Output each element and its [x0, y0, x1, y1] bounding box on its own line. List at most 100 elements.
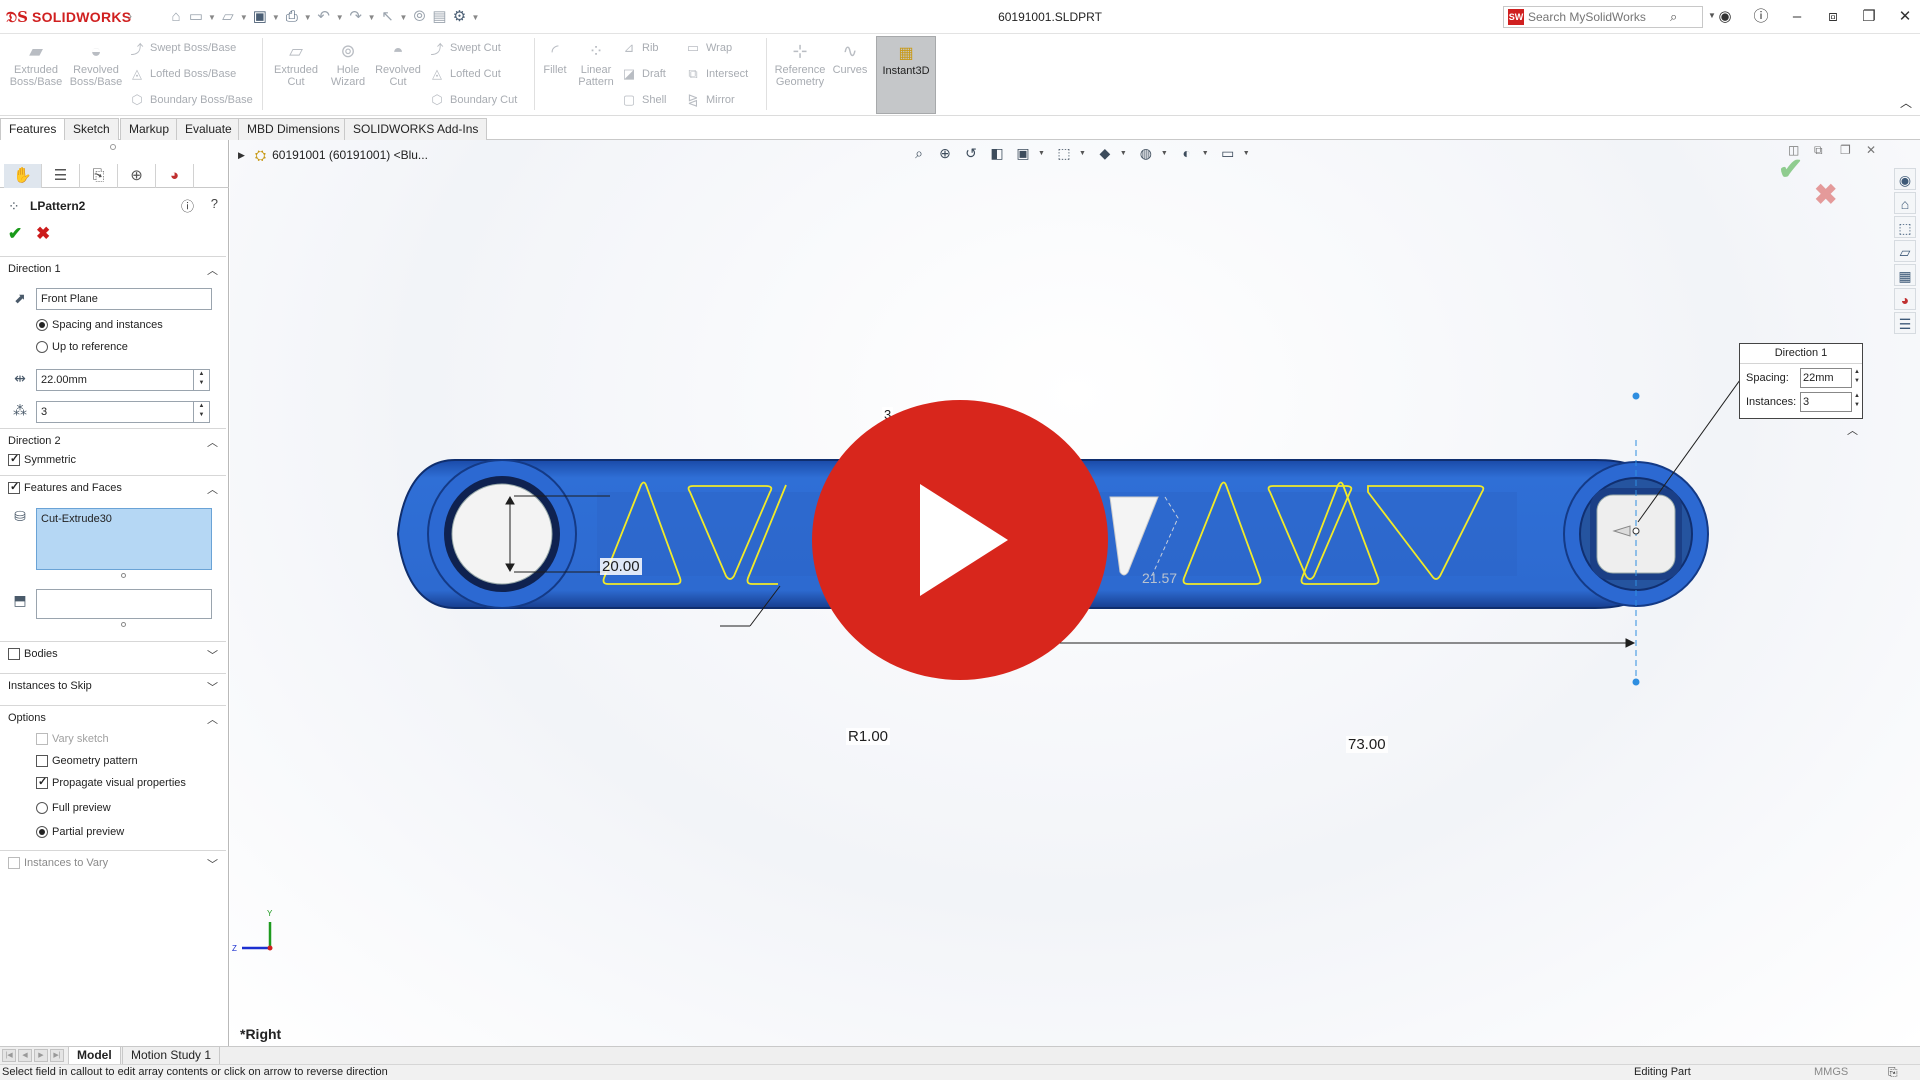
bodies-header[interactable]: Bodies ﹀: [0, 641, 226, 665]
spacing-instances-option[interactable]: Spacing and instances: [36, 316, 163, 334]
minimize-icon[interactable]: –: [1786, 6, 1808, 28]
expand-chevron-icon[interactable]: ﹀: [207, 856, 218, 872]
up-to-reference-option[interactable]: Up to reference: [36, 338, 128, 356]
instant3d-button[interactable]: ▦ Instant3D: [876, 36, 936, 114]
property-manager-tab-icon[interactable]: ☰: [42, 164, 80, 188]
options-dropdown-icon[interactable]: ▼: [471, 13, 479, 22]
partial-preview-option[interactable]: Partial preview: [36, 823, 124, 841]
dim-distance[interactable]: 73.00: [1346, 736, 1388, 753]
configuration-manager-tab-icon[interactable]: ⎘: [80, 164, 118, 188]
rib-button[interactable]: ⊿ Rib: [620, 38, 659, 58]
wrap-button[interactable]: ▭ Wrap: [684, 38, 732, 58]
display-manager-tab-icon[interactable]: ◕: [156, 164, 194, 188]
symmetric-option[interactable]: Symmetric: [8, 451, 76, 469]
draft-button[interactable]: ◪ Draft: [620, 64, 666, 84]
redo-dropdown-icon[interactable]: ▼: [368, 13, 376, 22]
open-icon[interactable]: ▱: [218, 8, 238, 26]
user-account-icon[interactable]: ◉: [1714, 6, 1736, 28]
quick-tips-icon[interactable]: ⎘: [1888, 1065, 1898, 1080]
print-icon[interactable]: ⎙: [282, 8, 302, 26]
instances-input[interactable]: 3 ▲ ▼: [36, 401, 210, 423]
callout-collapse-icon[interactable]: ︿: [1847, 422, 1858, 438]
reverse-direction-icon[interactable]: ⬈: [10, 290, 30, 310]
select-dropdown-icon[interactable]: ▼: [400, 13, 408, 22]
search-input[interactable]: [1528, 10, 1668, 24]
save-dropdown-icon[interactable]: ▼: [272, 13, 280, 22]
collapse-chevron-icon[interactable]: ︿: [207, 262, 218, 278]
radio-unselected[interactable]: [36, 802, 48, 814]
axis-handle-bottom[interactable]: [1632, 678, 1640, 686]
hole-wizard-button[interactable]: ⊚ Hole Wizard: [320, 40, 376, 88]
undo-icon[interactable]: ↶: [314, 8, 334, 26]
tab-mbd-dimensions[interactable]: MBD Dimensions: [238, 118, 349, 140]
curves-button[interactable]: ∿ Curves: [824, 40, 876, 76]
radio-selected[interactable]: [36, 826, 48, 838]
select-icon[interactable]: ↖: [378, 8, 398, 26]
tab-model[interactable]: Model: [68, 1047, 121, 1065]
prev-tab-icon[interactable]: ◀: [18, 1049, 32, 1062]
extruded-boss-button[interactable]: ▰ Extruded Boss/Base: [8, 40, 64, 88]
search-field[interactable]: SW ⌕: [1503, 6, 1703, 28]
dimxpert-manager-tab-icon[interactable]: ⊕: [118, 164, 156, 188]
collapse-ribbon-icon[interactable]: ︿: [1900, 94, 1912, 111]
cancel-button[interactable]: ✖: [36, 224, 50, 244]
axis-handle-top[interactable]: [1632, 392, 1640, 400]
collapse-chevron-icon[interactable]: ︿: [207, 711, 218, 727]
spacing-stepper[interactable]: ▲ ▼: [193, 370, 209, 390]
redo-icon[interactable]: ↷: [346, 8, 366, 26]
first-tab-icon[interactable]: |◀: [2, 1049, 16, 1062]
collapse-chevron-icon[interactable]: ︿: [207, 434, 218, 450]
features-faces-header[interactable]: Features and Faces ︿: [0, 475, 226, 499]
dim-height[interactable]: 20.00: [600, 558, 642, 575]
video-play-button[interactable]: [812, 400, 1108, 680]
direction-arrow-handle[interactable]: [1632, 527, 1640, 535]
feature-manager-tab-icon[interactable]: ✋: [4, 164, 42, 188]
direction1-header[interactable]: Direction 1 ︿: [0, 256, 226, 280]
search-icon[interactable]: ⌕: [1670, 9, 1677, 25]
new-document-icon[interactable]: ▭: [186, 8, 206, 26]
collapse-chevron-icon[interactable]: ︿: [207, 481, 218, 497]
print-dropdown-icon[interactable]: ▼: [304, 13, 312, 22]
tab-addins[interactable]: SOLIDWORKS Add-Ins: [344, 118, 488, 140]
last-tab-icon[interactable]: ▶|: [50, 1049, 64, 1062]
checkbox-checked[interactable]: [8, 452, 20, 466]
next-tab-icon[interactable]: ▶: [34, 1049, 48, 1062]
callout-instances-stepper[interactable]: ▲ ▼: [1852, 392, 1862, 412]
tab-markup[interactable]: Markup: [120, 118, 179, 140]
spacing-input[interactable]: 22.00mm ▲ ▼: [36, 369, 210, 391]
boundary-cut-button[interactable]: ⬡ Boundary Cut: [428, 90, 517, 110]
callout-spacing-input[interactable]: 22mm: [1800, 368, 1852, 388]
boundary-boss-button[interactable]: ⬡ Boundary Boss/Base: [128, 90, 252, 110]
file-properties-icon[interactable]: ▤: [429, 8, 449, 26]
checkbox-checked[interactable]: [36, 775, 48, 789]
faces-to-pattern-list[interactable]: [36, 589, 212, 619]
open-dropdown-icon[interactable]: ▼: [240, 13, 248, 22]
shell-button[interactable]: ▢ Shell: [620, 90, 667, 110]
detailed-preview-icon[interactable]: ?: [211, 196, 218, 211]
rebuild-icon[interactable]: ⦾: [409, 8, 429, 26]
direction2-header[interactable]: Direction 2 ︿: [0, 428, 226, 452]
tab-features[interactable]: Features: [0, 118, 66, 141]
lofted-boss-button[interactable]: ◬ Lofted Boss/Base: [128, 64, 236, 84]
mirror-button[interactable]: ⧎ Mirror: [684, 90, 735, 110]
list-resize-grip[interactable]: [121, 622, 126, 627]
geometry-pattern-option[interactable]: Geometry pattern: [36, 752, 138, 770]
save-icon[interactable]: ▣: [250, 8, 270, 26]
restore-icon[interactable]: ❐: [1858, 6, 1880, 28]
list-resize-grip[interactable]: [121, 573, 126, 578]
options-gear-icon[interactable]: ⚙: [449, 8, 469, 26]
tile-icon[interactable]: ⧈: [1822, 6, 1844, 28]
radio-unselected[interactable]: [36, 341, 48, 353]
undo-dropdown-icon[interactable]: ▼: [336, 13, 344, 22]
expand-chevron-icon[interactable]: ﹀: [207, 679, 218, 695]
radio-selected[interactable]: [36, 319, 48, 331]
revolved-cut-button[interactable]: ◓ Revolved Cut: [370, 40, 426, 88]
tab-sketch[interactable]: Sketch: [64, 118, 119, 140]
options-header[interactable]: Options ︿: [0, 705, 226, 729]
solidworks-logo[interactable]: 𝔇S SOLIDWORKS: [6, 8, 131, 26]
dim-radius[interactable]: R1.00: [846, 728, 891, 745]
instances-stepper[interactable]: ▲ ▼: [193, 402, 209, 422]
instances-to-vary-header[interactable]: Instances to Vary ﹀: [0, 850, 226, 874]
menu-expand-icon[interactable]: ›: [128, 9, 132, 23]
revolved-boss-button[interactable]: ◒ Revolved Boss/Base: [68, 40, 124, 88]
